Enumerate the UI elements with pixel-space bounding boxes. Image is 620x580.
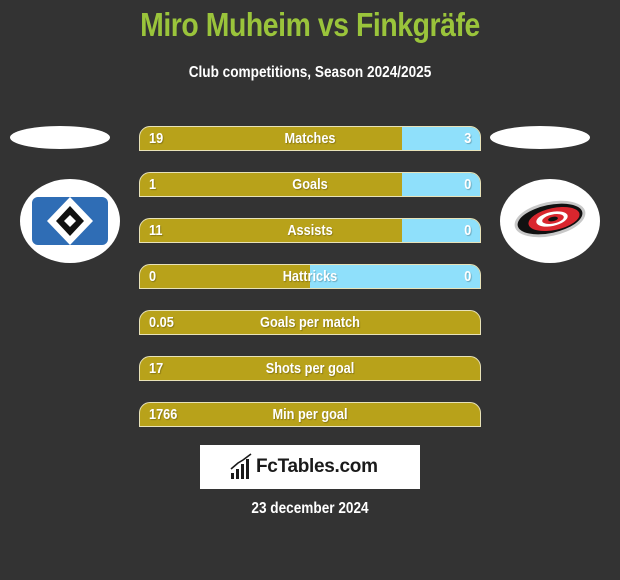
season-subtitle: Club competitions, Season 2024/2025 [188, 64, 432, 81]
stat-left-value: 19 [149, 130, 164, 147]
stat-row-assists: 11 Assists 0 [139, 218, 481, 243]
brand-name: FcTables.com [256, 456, 378, 477]
hamburger-sv-logo-icon [20, 179, 120, 263]
stat-row-matches: 19 Matches 3 [139, 126, 481, 151]
stat-label: Hattricks [282, 268, 338, 285]
stat-right-value: 3 [463, 130, 471, 147]
bar-chart-logo-icon [230, 453, 252, 479]
stat-label: Matches [284, 130, 336, 147]
right-player-placeholder [490, 126, 590, 149]
stat-row-goals-per-match: 0.05 Goals per match [139, 310, 481, 335]
stat-label: Assists [287, 222, 333, 239]
stat-row-min-per-goal: 1766 Min per goal [139, 402, 481, 427]
stat-row-goals: 1 Goals 0 [139, 172, 481, 197]
stat-left-value: 17 [149, 360, 164, 377]
stat-left-value: 0 [149, 268, 157, 285]
stat-left-value: 1 [149, 176, 157, 193]
left-player-placeholder [10, 126, 110, 149]
stat-label: Goals [292, 176, 328, 193]
stat-row-hattricks: 0 Hattricks 0 [139, 264, 481, 289]
stat-right-value: 0 [463, 176, 471, 193]
stat-label: Min per goal [272, 406, 348, 423]
stat-label: Shots per goal [265, 360, 355, 377]
fctables-brand-banner[interactable]: FcTables.com [200, 445, 420, 489]
stat-label: Goals per match [260, 314, 360, 331]
carolina-hurricanes-logo-icon [500, 179, 600, 263]
stat-right-value: 0 [463, 268, 471, 285]
stat-left-value: 11 [149, 222, 163, 239]
page-title: Miro Muheim vs Finkgräfe [140, 6, 480, 43]
stat-row-shots-per-goal: 17 Shots per goal [139, 356, 481, 381]
stat-right-value: 0 [463, 222, 471, 239]
report-date: 23 december 2024 [251, 500, 369, 517]
